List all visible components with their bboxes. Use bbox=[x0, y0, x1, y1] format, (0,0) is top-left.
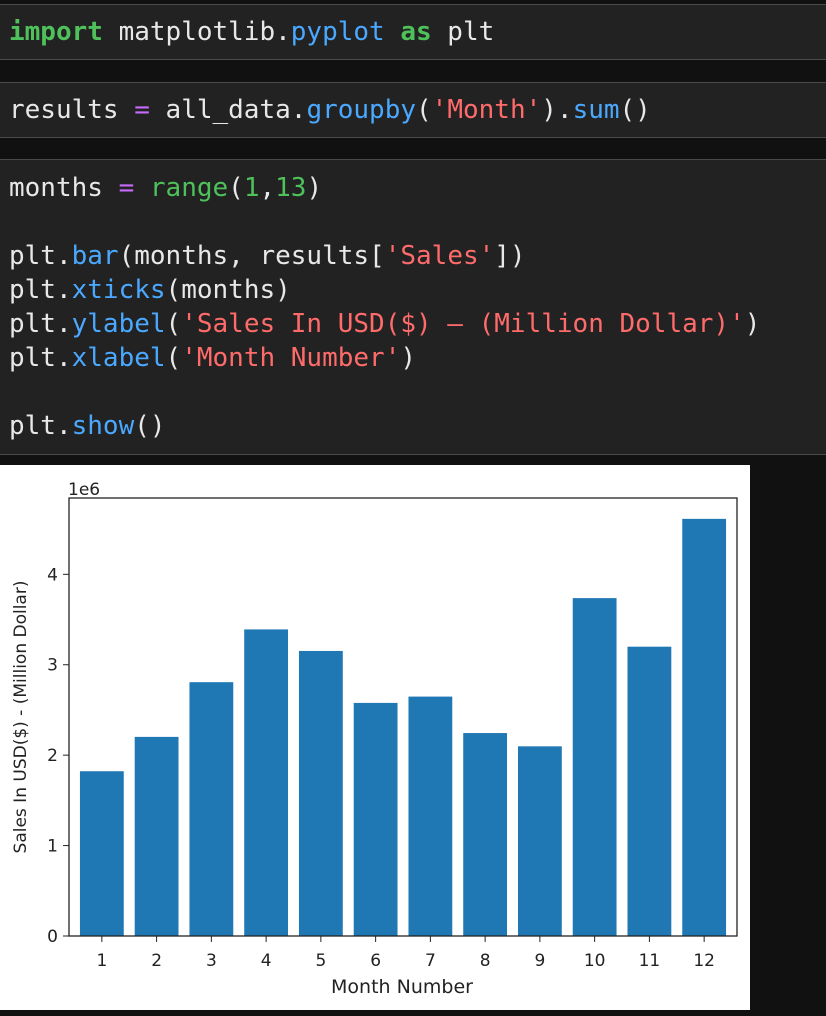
bar bbox=[353, 702, 398, 936]
code-token: plt. bbox=[9, 275, 72, 305]
code-token: (months, results[ bbox=[118, 241, 385, 271]
x-tick-label: 1 bbox=[96, 951, 107, 971]
code-token: xticks bbox=[71, 275, 166, 305]
code-line: import matplotlib.pyplot as plt bbox=[9, 15, 494, 49]
code-line: months = range(1,13) bbox=[9, 171, 322, 205]
x-tick-label: 3 bbox=[206, 951, 217, 971]
bar-chart: 1 2 3 4 5 6 7 8 9 10 11 1201234 1e6 Sales In USD($)… bbox=[11, 480, 738, 998]
code-token: ylabel bbox=[71, 309, 166, 339]
code-cell-groupby[interactable]: results = all_data.groupby('Month').sum(… bbox=[0, 82, 826, 138]
code-token: groupby bbox=[306, 95, 417, 125]
code-line: plt.ylabel('Sales In USD($) – (Million D… bbox=[9, 307, 760, 341]
code-token: () bbox=[134, 411, 166, 441]
code-token: bar bbox=[71, 241, 119, 271]
plot-output: 1 2 3 4 5 6 7 8 9 10 11 12 0 1 2 3 4 1e6 Sales In USD($)… bbox=[0, 465, 750, 1010]
x-tick-label: 9 bbox=[534, 951, 545, 971]
code-cell-import[interactable]: import matplotlib.pyplot as plt bbox=[0, 4, 826, 60]
y-axis-label: Sales In USD($) - (Million Dollar) bbox=[11, 581, 31, 854]
bar bbox=[408, 696, 453, 936]
x-tick-label: 7 bbox=[425, 951, 436, 971]
code-token: = bbox=[118, 173, 135, 203]
code-token: plt. bbox=[9, 241, 72, 271]
bar bbox=[134, 736, 179, 936]
bar bbox=[244, 629, 289, 936]
code-token: 1 bbox=[243, 173, 260, 203]
bar bbox=[79, 771, 124, 936]
y-tick-label: 0 bbox=[47, 927, 58, 947]
code-token: 'Sales In USD($) – (Million Dollar)' bbox=[181, 309, 745, 339]
code-line: plt.xticks(months) bbox=[9, 273, 291, 307]
code-token: plt. bbox=[9, 411, 72, 441]
bar bbox=[682, 518, 727, 936]
x-tick-label: 11 bbox=[639, 951, 661, 971]
y-tick-label: 2 bbox=[47, 746, 58, 766]
code-token: all_data. bbox=[149, 95, 307, 125]
bar bbox=[298, 650, 343, 936]
code-token: sum bbox=[572, 95, 620, 125]
code-line: results = all_data.groupby('Month').sum(… bbox=[9, 93, 651, 127]
y-tick-label: 3 bbox=[47, 656, 58, 676]
x-tick-label: 8 bbox=[480, 951, 491, 971]
bar bbox=[572, 598, 617, 936]
code-token: ( bbox=[228, 173, 244, 203]
code-token: import bbox=[9, 17, 103, 47]
code-token: months bbox=[9, 173, 119, 203]
x-tick-label: 12 bbox=[693, 951, 715, 971]
code-token: ) bbox=[306, 173, 323, 203]
code-token: show bbox=[71, 411, 135, 441]
code-token: plt. bbox=[9, 343, 72, 373]
code-token: plt. bbox=[9, 309, 72, 339]
code-token: range bbox=[149, 173, 229, 203]
x-tick-label: 6 bbox=[370, 951, 381, 971]
y-tick-label: 1 bbox=[47, 837, 58, 857]
y-tick-label: 4 bbox=[47, 565, 58, 585]
code-token: ). bbox=[541, 95, 573, 125]
code-token: ( bbox=[165, 309, 182, 339]
code-line: plt.bar(months, results['Sales']) bbox=[9, 239, 526, 273]
x-axis-label: Month Number bbox=[331, 976, 473, 998]
code-token: ) bbox=[400, 343, 417, 373]
bar bbox=[463, 733, 508, 936]
code-token: ( bbox=[165, 343, 182, 373]
code-token: ) bbox=[744, 309, 761, 339]
code-token: () bbox=[619, 95, 651, 125]
code-token: 'Month Number' bbox=[181, 343, 401, 373]
code-token: pyplot bbox=[290, 17, 385, 47]
code-token: results bbox=[9, 95, 135, 125]
code-token: matplotlib. bbox=[102, 17, 291, 47]
code-token: plt bbox=[431, 17, 495, 47]
bar bbox=[627, 646, 672, 936]
code-token: ]) bbox=[494, 241, 526, 271]
x-tick-label: 4 bbox=[261, 951, 272, 971]
code-token: = bbox=[134, 95, 150, 125]
code-token: as bbox=[400, 17, 432, 47]
bar bbox=[517, 746, 562, 936]
x-tick-label: 10 bbox=[584, 951, 606, 971]
code-token: 'Sales' bbox=[384, 241, 495, 271]
code-token: 13 bbox=[275, 173, 307, 203]
code-token: 'Month' bbox=[431, 95, 542, 125]
bar bbox=[189, 682, 234, 936]
code-token: (months) bbox=[165, 275, 291, 305]
code-line: plt.show() bbox=[9, 409, 166, 443]
x-tick-label: 5 bbox=[315, 951, 326, 971]
code-cell-plot[interactable]: months = range(1,13) plt.bar(months, res… bbox=[0, 159, 826, 455]
code-token: xlabel bbox=[71, 343, 166, 373]
code-line: plt.xlabel('Month Number') bbox=[9, 341, 416, 375]
code-token: ( bbox=[416, 95, 432, 125]
x-tick-label: 2 bbox=[151, 951, 162, 971]
code-token: , bbox=[259, 173, 276, 203]
y-offset-text: 1e6 bbox=[68, 480, 100, 500]
